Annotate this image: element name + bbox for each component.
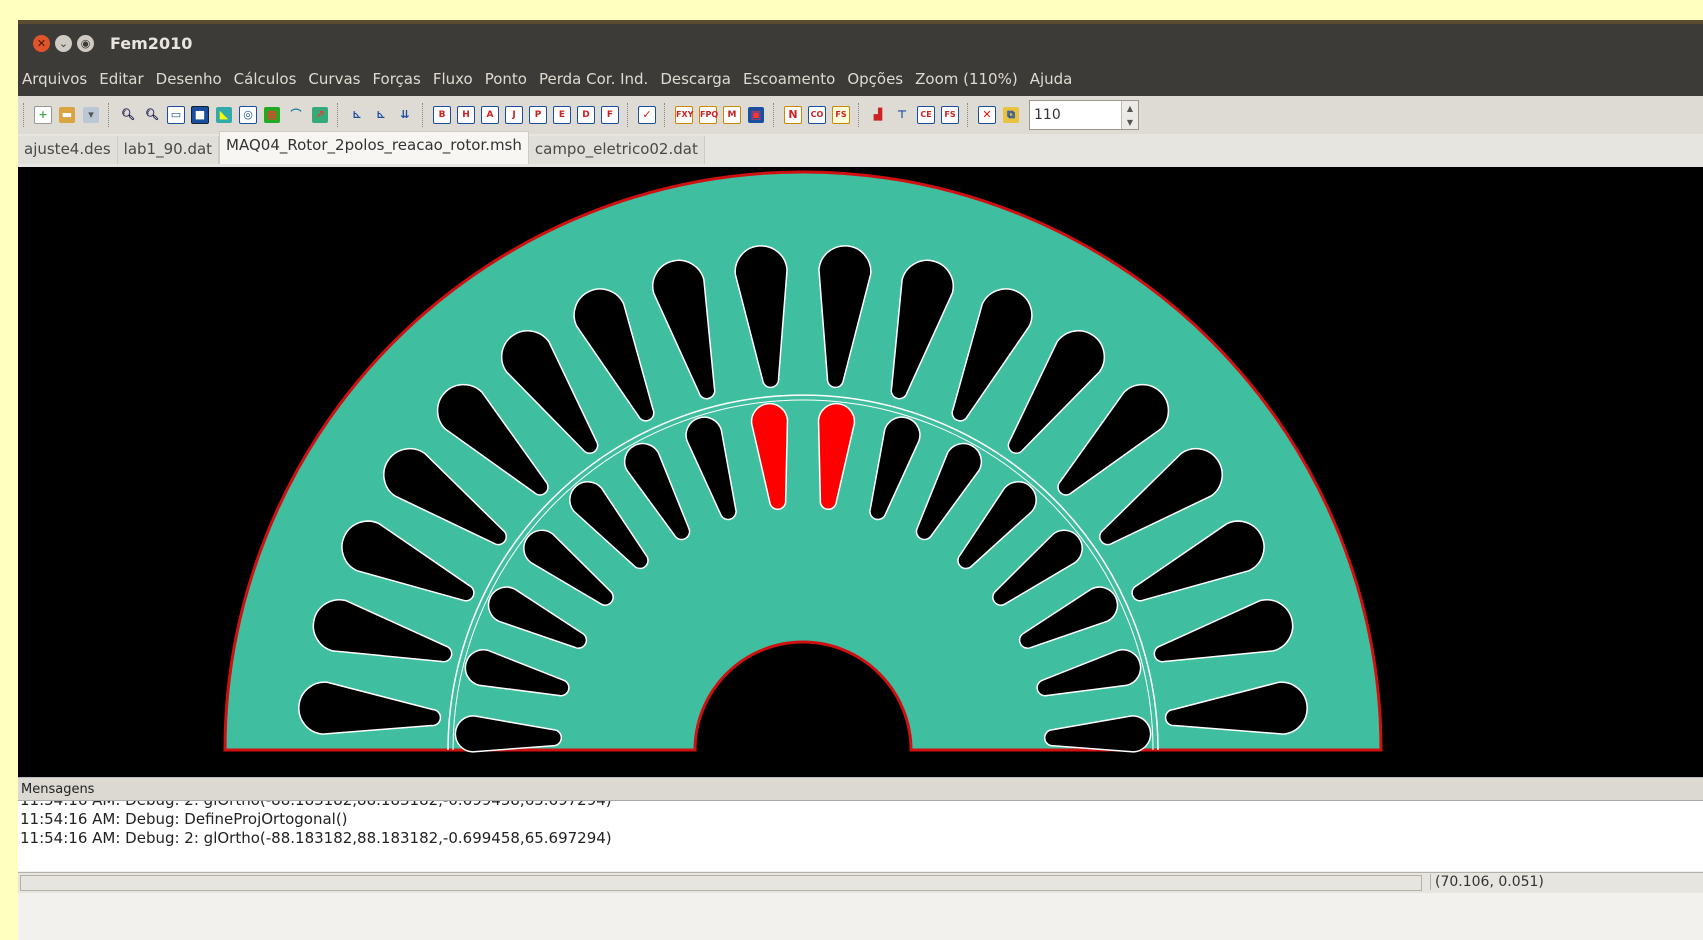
- mesh-icon[interactable]: ◣: [213, 104, 235, 126]
- toolbar-separator: [773, 103, 776, 127]
- curve-f-icon[interactable]: F: [599, 104, 621, 126]
- toolbar-separator: [422, 103, 425, 127]
- document-tabs: ajuste4.des lab1_90.dat MAQ04_Rotor_2pol…: [18, 131, 1703, 164]
- check-icon[interactable]: ✓: [636, 104, 658, 126]
- menu-forcas[interactable]: Forças: [366, 70, 426, 88]
- axis-plot-icon[interactable]: ⊾: [346, 104, 368, 126]
- curve-d-icon[interactable]: D: [575, 104, 597, 126]
- close-icon[interactable]: ✕: [33, 34, 50, 52]
- toolbar-separator: [664, 103, 667, 127]
- menu-perda-cor-ind[interactable]: Perda Cor. Ind.: [533, 70, 654, 88]
- menu-bar: Arquivos Editar Desenho Cálculos Curvas …: [18, 62, 1703, 96]
- menu-curvas[interactable]: Curvas: [302, 70, 366, 88]
- menu-ajuda[interactable]: Ajuda: [1024, 70, 1079, 88]
- spin-down-icon[interactable]: ▼: [1127, 118, 1133, 127]
- title-bar: ✕ ⌄ ◉ Fem2010: [18, 24, 1703, 62]
- menu-ponto[interactable]: Ponto: [479, 70, 533, 88]
- messages-title: Mensagens: [18, 782, 1703, 800]
- zoom-extents-icon[interactable]: ■: [189, 104, 211, 126]
- menu-descarga[interactable]: Descarga: [654, 70, 737, 88]
- app-title: Fem2010: [110, 33, 193, 53]
- curve-h-icon[interactable]: H: [455, 104, 477, 126]
- tab-campo-eletrico02[interactable]: campo_eletrico02.dat: [528, 136, 705, 164]
- status-field: [20, 875, 1422, 891]
- zoom-out-icon[interactable]: 🔍︎: [141, 104, 163, 126]
- menu-calculos[interactable]: Cálculos: [228, 70, 303, 88]
- messages-log: 11:54:16 AM: Debug: 2: glOrtho(-88.18318…: [18, 800, 1703, 871]
- machine-geometry[interactable]: [18, 167, 1703, 777]
- curve-p-icon[interactable]: P: [527, 104, 549, 126]
- flux-n-icon[interactable]: N: [782, 104, 804, 126]
- new-file-icon[interactable]: +: [32, 104, 54, 126]
- menu-arquivos[interactable]: Arquivos: [18, 70, 93, 88]
- force-fpq-icon[interactable]: FPQ: [697, 104, 719, 126]
- toolbar-separator: [337, 103, 340, 127]
- curve-a-icon[interactable]: A: [479, 104, 501, 126]
- maximize-icon[interactable]: ◉: [77, 34, 94, 52]
- toolbar: + ▬ ▾ 🔍︎ 🔍︎ ▭ ■ ◣ ◎ ▦ ⌒ ↗ ⊾ ⊾ ⇊ B H A J …: [18, 96, 1703, 135]
- app-window: ✕ ⌄ ◉ Fem2010 Arquivos Editar Desenho Cá…: [18, 20, 1703, 940]
- log-line: 11:54:16 AM: Debug: 2: glOrtho(-88.18318…: [20, 829, 612, 847]
- spin-arrows[interactable]: ▲ ▼: [1121, 101, 1138, 129]
- zoom-window-icon[interactable]: ▭: [165, 104, 187, 126]
- curve-b-icon[interactable]: B: [431, 104, 453, 126]
- vector-field-icon[interactable]: ↗: [309, 104, 331, 126]
- curve-j-icon[interactable]: J: [503, 104, 525, 126]
- loss-chart-icon[interactable]: ▟: [867, 104, 889, 126]
- loss-step-icon[interactable]: ⊤: [891, 104, 913, 126]
- copy-icon[interactable]: ⧉: [1000, 104, 1022, 126]
- tab-ajuste4[interactable]: ajuste4.des: [18, 136, 118, 164]
- log-line: 11:54:16 AM: Debug: DefineProjOrtogonal(…: [20, 810, 348, 828]
- menu-fluxo[interactable]: Fluxo: [427, 70, 479, 88]
- axis-plot2-icon[interactable]: ⊾: [370, 104, 392, 126]
- tab-maq04-rotor[interactable]: MAQ04_Rotor_2polos_reacao_rotor.msh: [219, 131, 529, 164]
- curve-e-icon[interactable]: E: [551, 104, 573, 126]
- loss-ce-icon[interactable]: CE: [915, 104, 937, 126]
- toolbar-separator: [858, 103, 861, 127]
- toolbar-separator: [627, 103, 630, 127]
- mesh-canvas[interactable]: [18, 164, 1703, 777]
- minimize-icon[interactable]: ⌄: [55, 34, 72, 52]
- toolbar-separator: [108, 103, 111, 127]
- cursor-coordinates: (70.106, 0.051): [1430, 874, 1544, 890]
- zoom-spinbox[interactable]: 110 ▲ ▼: [1029, 100, 1139, 130]
- delete-icon[interactable]: ✕: [976, 104, 998, 126]
- menu-editar[interactable]: Editar: [93, 70, 149, 88]
- arrows-down-icon[interactable]: ⇊: [394, 104, 416, 126]
- toolbar-grip: [23, 103, 26, 127]
- menu-desenho[interactable]: Desenho: [150, 70, 228, 88]
- zoom-in-icon[interactable]: 🔍︎: [117, 104, 139, 126]
- flux-co-icon[interactable]: CO: [806, 104, 828, 126]
- loss-fs-icon[interactable]: FS: [939, 104, 961, 126]
- target-icon[interactable]: ◎: [237, 104, 259, 126]
- status-bar: (70.106, 0.051): [18, 872, 1703, 893]
- menu-escoamento[interactable]: Escoamento: [737, 70, 841, 88]
- point-icon[interactable]: ▣: [745, 104, 767, 126]
- tab-lab1-90[interactable]: lab1_90.dat: [117, 136, 220, 164]
- flux-lines-icon[interactable]: ⌒: [285, 104, 307, 126]
- zoom-value[interactable]: 110: [1030, 107, 1061, 123]
- force-fxy-icon[interactable]: FXY: [673, 104, 695, 126]
- color-map-icon[interactable]: ▦: [261, 104, 283, 126]
- force-m-icon[interactable]: M: [721, 104, 743, 126]
- save-icon[interactable]: ▾: [80, 104, 102, 126]
- log-line: 11:54:16 AM: Debug: 2: glOrtho(-88.18318…: [20, 800, 612, 809]
- flux-fs-icon[interactable]: FS: [830, 104, 852, 126]
- menu-zoom[interactable]: Zoom (110%): [909, 70, 1024, 88]
- toolbar-separator: [967, 103, 970, 127]
- menu-opcoes[interactable]: Opções: [841, 70, 909, 88]
- spin-up-icon[interactable]: ▲: [1127, 104, 1133, 113]
- open-folder-icon[interactable]: ▬: [56, 104, 78, 126]
